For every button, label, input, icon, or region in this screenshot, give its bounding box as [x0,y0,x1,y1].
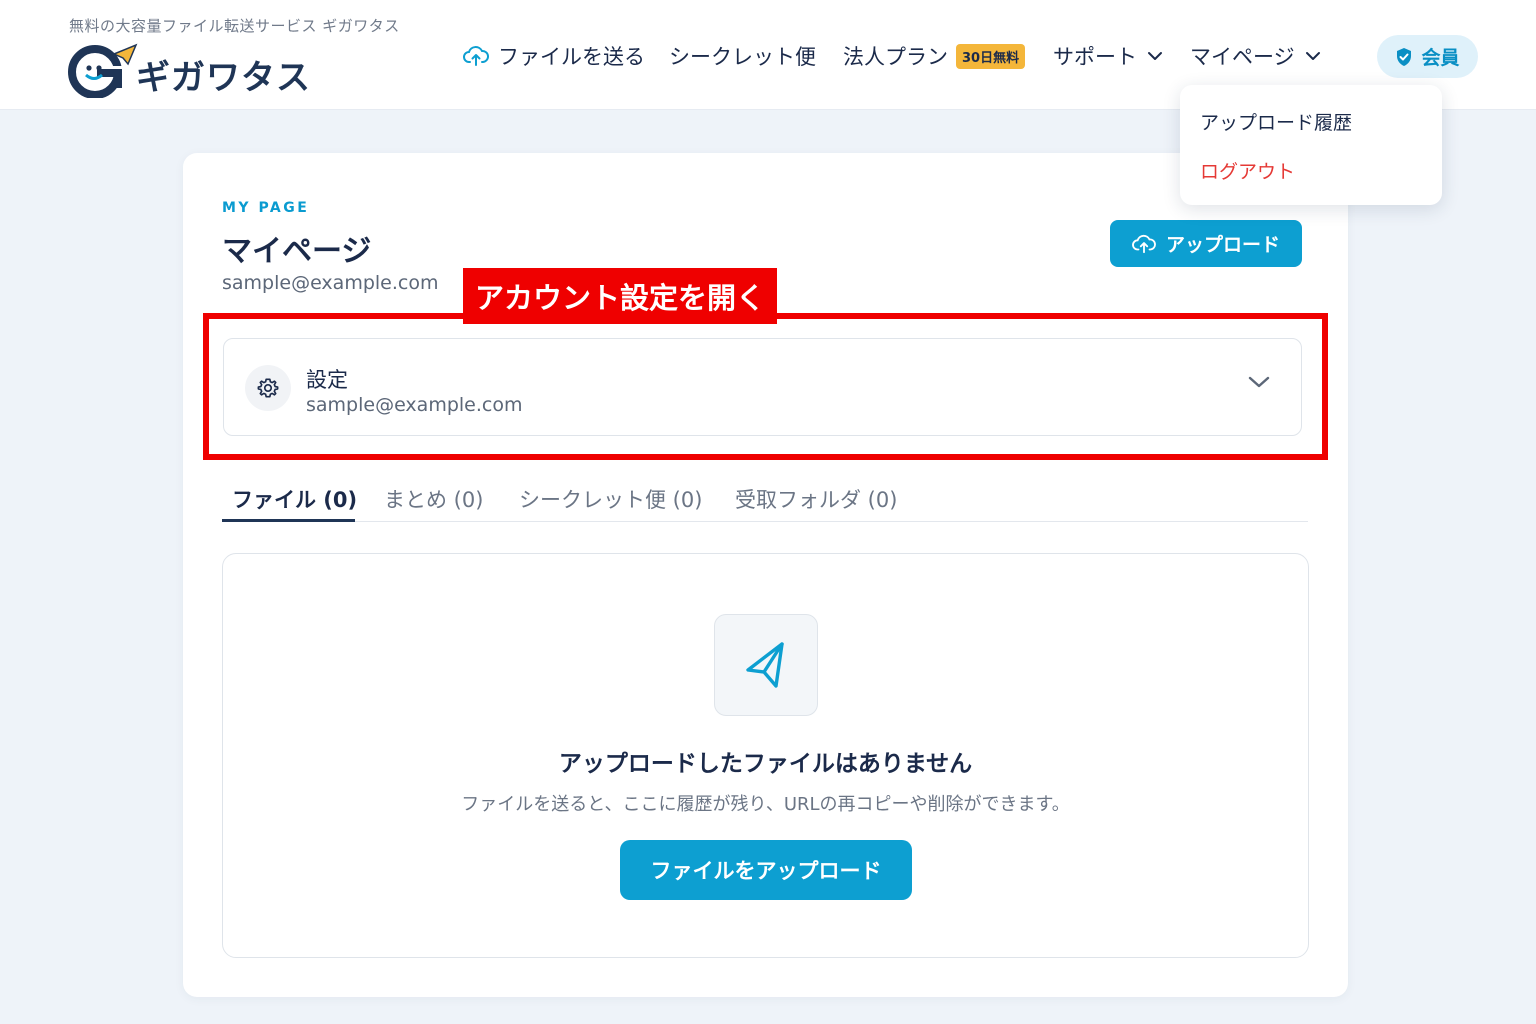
tab-collections[interactable]: まとめ (0) [384,475,483,523]
upload-button[interactable]: アップロード [1110,220,1302,267]
cloud-upload-icon [1132,234,1156,253]
site-tagline: 無料の大容量ファイル転送サービス ギガワタス [69,17,400,35]
tabs-divider [222,521,1308,522]
gear-icon-wrap [245,365,291,411]
menu-item-logout[interactable]: ログアウト [1200,157,1295,184]
tab-secret[interactable]: シークレット便 (0) [519,475,702,523]
nav-support[interactable]: サポート [1053,36,1163,76]
nav-mypage-label: マイページ [1190,45,1295,69]
logo-text: ギガワタス [136,58,311,98]
cloud-upload-icon [463,46,489,66]
paper-plane-icon [746,642,784,688]
logo-mark-icon [68,43,138,98]
nav-secret-label: シークレット便 [669,45,816,69]
gear-icon [257,378,279,398]
chevron-down-icon [1148,52,1162,60]
chevron-down-icon [1248,376,1270,388]
nav-secret[interactable]: シークレット便 [669,36,816,76]
nav-send-file[interactable]: ファイルを送る [463,36,645,76]
tab-receive-folder[interactable]: 受取フォルダ (0) [735,475,897,523]
shield-check-icon [1397,47,1412,66]
member-label: 会員 [1421,47,1460,69]
empty-state: アップロードしたファイルはありません ファイルを送ると、ここに履歴が残り、URL… [222,553,1309,958]
nav-mypage[interactable]: マイページ [1190,36,1321,76]
settings-title: 設定 [306,368,348,392]
page-title: マイページ [222,234,372,269]
nav-corporate-plan[interactable]: 法人プラン 30日無料 [843,36,1026,76]
upload-file-button[interactable]: ファイルをアップロード [620,840,912,900]
upload-button-label: アップロード [1165,234,1280,256]
site-logo[interactable]: ギガワタス [68,42,311,98]
nav-send-file-label: ファイルを送る [498,45,645,69]
nav-support-label: サポート [1053,45,1137,69]
nav-corporate-label: 法人プラン [843,45,948,69]
settings-email: sample@example.com [306,394,523,416]
empty-state-description: ファイルを送ると、ここに履歴が残り、URLの再コピーや削除ができます。 [461,794,1070,815]
annotation-callout: アカウント設定を開く [463,268,777,324]
account-email: sample@example.com [222,272,439,294]
tab-files[interactable]: ファイル (0) [232,475,357,523]
active-tab-indicator [222,519,355,522]
empty-state-title: アップロードしたファイルはありません [558,751,973,777]
send-icon-wrap [714,614,818,716]
page-eyebrow: MY PAGE [222,200,310,216]
member-button[interactable]: 会員 [1377,35,1478,78]
free-trial-badge: 30日無料 [956,43,1026,69]
chevron-down-icon [1305,52,1320,60]
mypage-dropdown: アップロード履歴 ログアウト [1180,85,1442,205]
menu-item-upload-history[interactable]: アップロード履歴 [1200,108,1352,135]
settings-accordion[interactable]: 設定 sample@example.com [223,338,1302,436]
